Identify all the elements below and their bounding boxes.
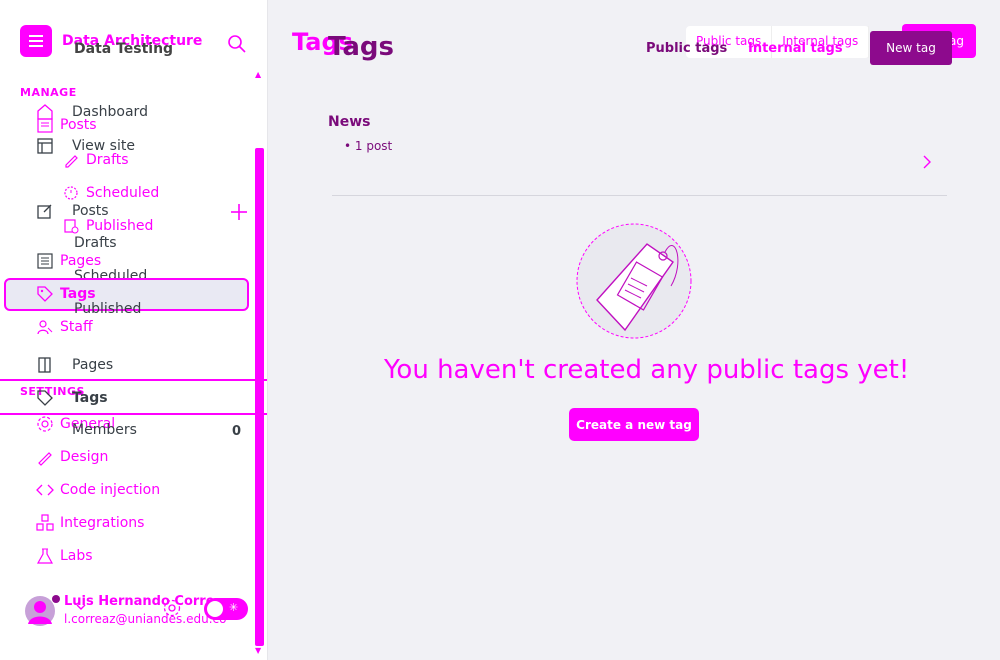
brush-icon (36, 448, 54, 466)
chevron-down-icon[interactable] (74, 600, 88, 614)
tab-public-tags[interactable]: Public tags (646, 41, 727, 56)
code-icon (36, 481, 54, 499)
search-icon[interactable] (226, 33, 248, 55)
avatar[interactable] (24, 594, 62, 628)
nav-labs-ghost-label: Labs (60, 548, 93, 564)
scrollbar-thumb[interactable] (255, 148, 264, 646)
staff-icon (36, 318, 54, 336)
scroll-up-arrow[interactable]: ▲ (255, 70, 261, 80)
edit-icon (36, 202, 54, 220)
scroll-down-arrow[interactable]: ▼ (255, 646, 261, 656)
flask-icon (36, 547, 54, 565)
nav-published[interactable]: Published (74, 301, 141, 317)
toggle-knob (207, 601, 223, 617)
gear-icon (36, 415, 54, 433)
nav-posts-ghost-label: Posts (60, 117, 97, 133)
user-email: l.correaz@uniandes.edu.co (64, 612, 227, 626)
nav-design-ghost[interactable]: Design (36, 448, 108, 466)
posts-icon (36, 116, 54, 134)
pencil-icon (62, 151, 80, 169)
nav-code-injection-ghost-label: Code injection (60, 482, 161, 498)
tag-post-count: • 1 post (344, 139, 393, 153)
nav-tags-label: Tags (72, 390, 108, 406)
new-tag-button[interactable]: New tag (870, 31, 952, 65)
page-icon (36, 356, 54, 374)
nav-published-ghost-label: Published (86, 218, 154, 234)
tag-name[interactable]: News (328, 114, 370, 130)
nav-pages[interactable]: Pages (36, 356, 113, 374)
list-divider (332, 195, 947, 196)
nav-code-injection-ghost[interactable]: Code injection (36, 481, 160, 499)
tag-icon (36, 389, 54, 407)
nav-drafts-ghost-label: Drafts (86, 152, 129, 168)
nav-scheduled-ghost-label: Scheduled (86, 185, 160, 201)
tab-internal-tags[interactable]: Internal tags (748, 41, 843, 56)
page-title: Tags (328, 32, 395, 62)
nav-drafts-ghost[interactable]: Drafts (62, 151, 129, 169)
nav-staff-ghost[interactable]: Staff (36, 318, 93, 336)
settings-gear-icon[interactable] (162, 598, 182, 618)
nav-design-ghost-label: Design (60, 449, 109, 465)
nav-tags-ghost-label: Tags (60, 286, 96, 302)
manage-section-label: MANAGE (20, 86, 77, 99)
nav-members-label: Members (72, 422, 137, 438)
nav-posts-label: Posts (72, 203, 109, 219)
nav-drafts-label: Drafts (74, 235, 117, 251)
nav-scheduled-ghost[interactable]: Scheduled (62, 184, 159, 202)
chevron-right-icon[interactable] (920, 153, 934, 171)
pages-icon (36, 252, 54, 270)
sidebar: Data Architecture Data Testing MANAGE Da… (0, 0, 268, 660)
nav-integrations-ghost[interactable]: Integrations (36, 514, 144, 532)
nav-staff-ghost-label: Staff (60, 319, 93, 335)
tag-icon (36, 285, 54, 303)
dark-mode-toggle[interactable]: ✳ (204, 598, 248, 620)
moon-icon: ✳ (229, 601, 239, 614)
nav-posts[interactable]: Posts (36, 202, 109, 220)
nav-labs-ghost[interactable]: Labs (36, 547, 93, 565)
menu-icon (29, 35, 43, 47)
nav-published-label: Published (74, 301, 142, 317)
add-post-icon[interactable] (230, 203, 248, 221)
nav-drafts[interactable]: Drafts (74, 235, 117, 251)
nav-tags[interactable]: Tags (36, 389, 108, 407)
tag-illustration-icon (576, 223, 692, 339)
overlay-line-top (0, 379, 267, 381)
nav-pages-ghost-label: Pages (60, 253, 102, 269)
empty-state-message: You haven't created any public tags yet! (384, 355, 910, 385)
site-logo[interactable] (20, 25, 52, 57)
nav-integrations-ghost-label: Integrations (60, 515, 145, 531)
integrations-icon (36, 514, 54, 532)
site-title: Data Testing (74, 41, 174, 57)
members-count: 0 (232, 424, 242, 439)
nav-pages-label: Pages (72, 357, 114, 373)
nav-posts-ghost[interactable]: Posts (36, 116, 97, 134)
nav-members[interactable]: Members (72, 422, 137, 438)
create-new-tag-button[interactable]: Create a new tag (569, 408, 699, 441)
clock-icon (62, 184, 80, 202)
layout-icon (36, 137, 54, 155)
